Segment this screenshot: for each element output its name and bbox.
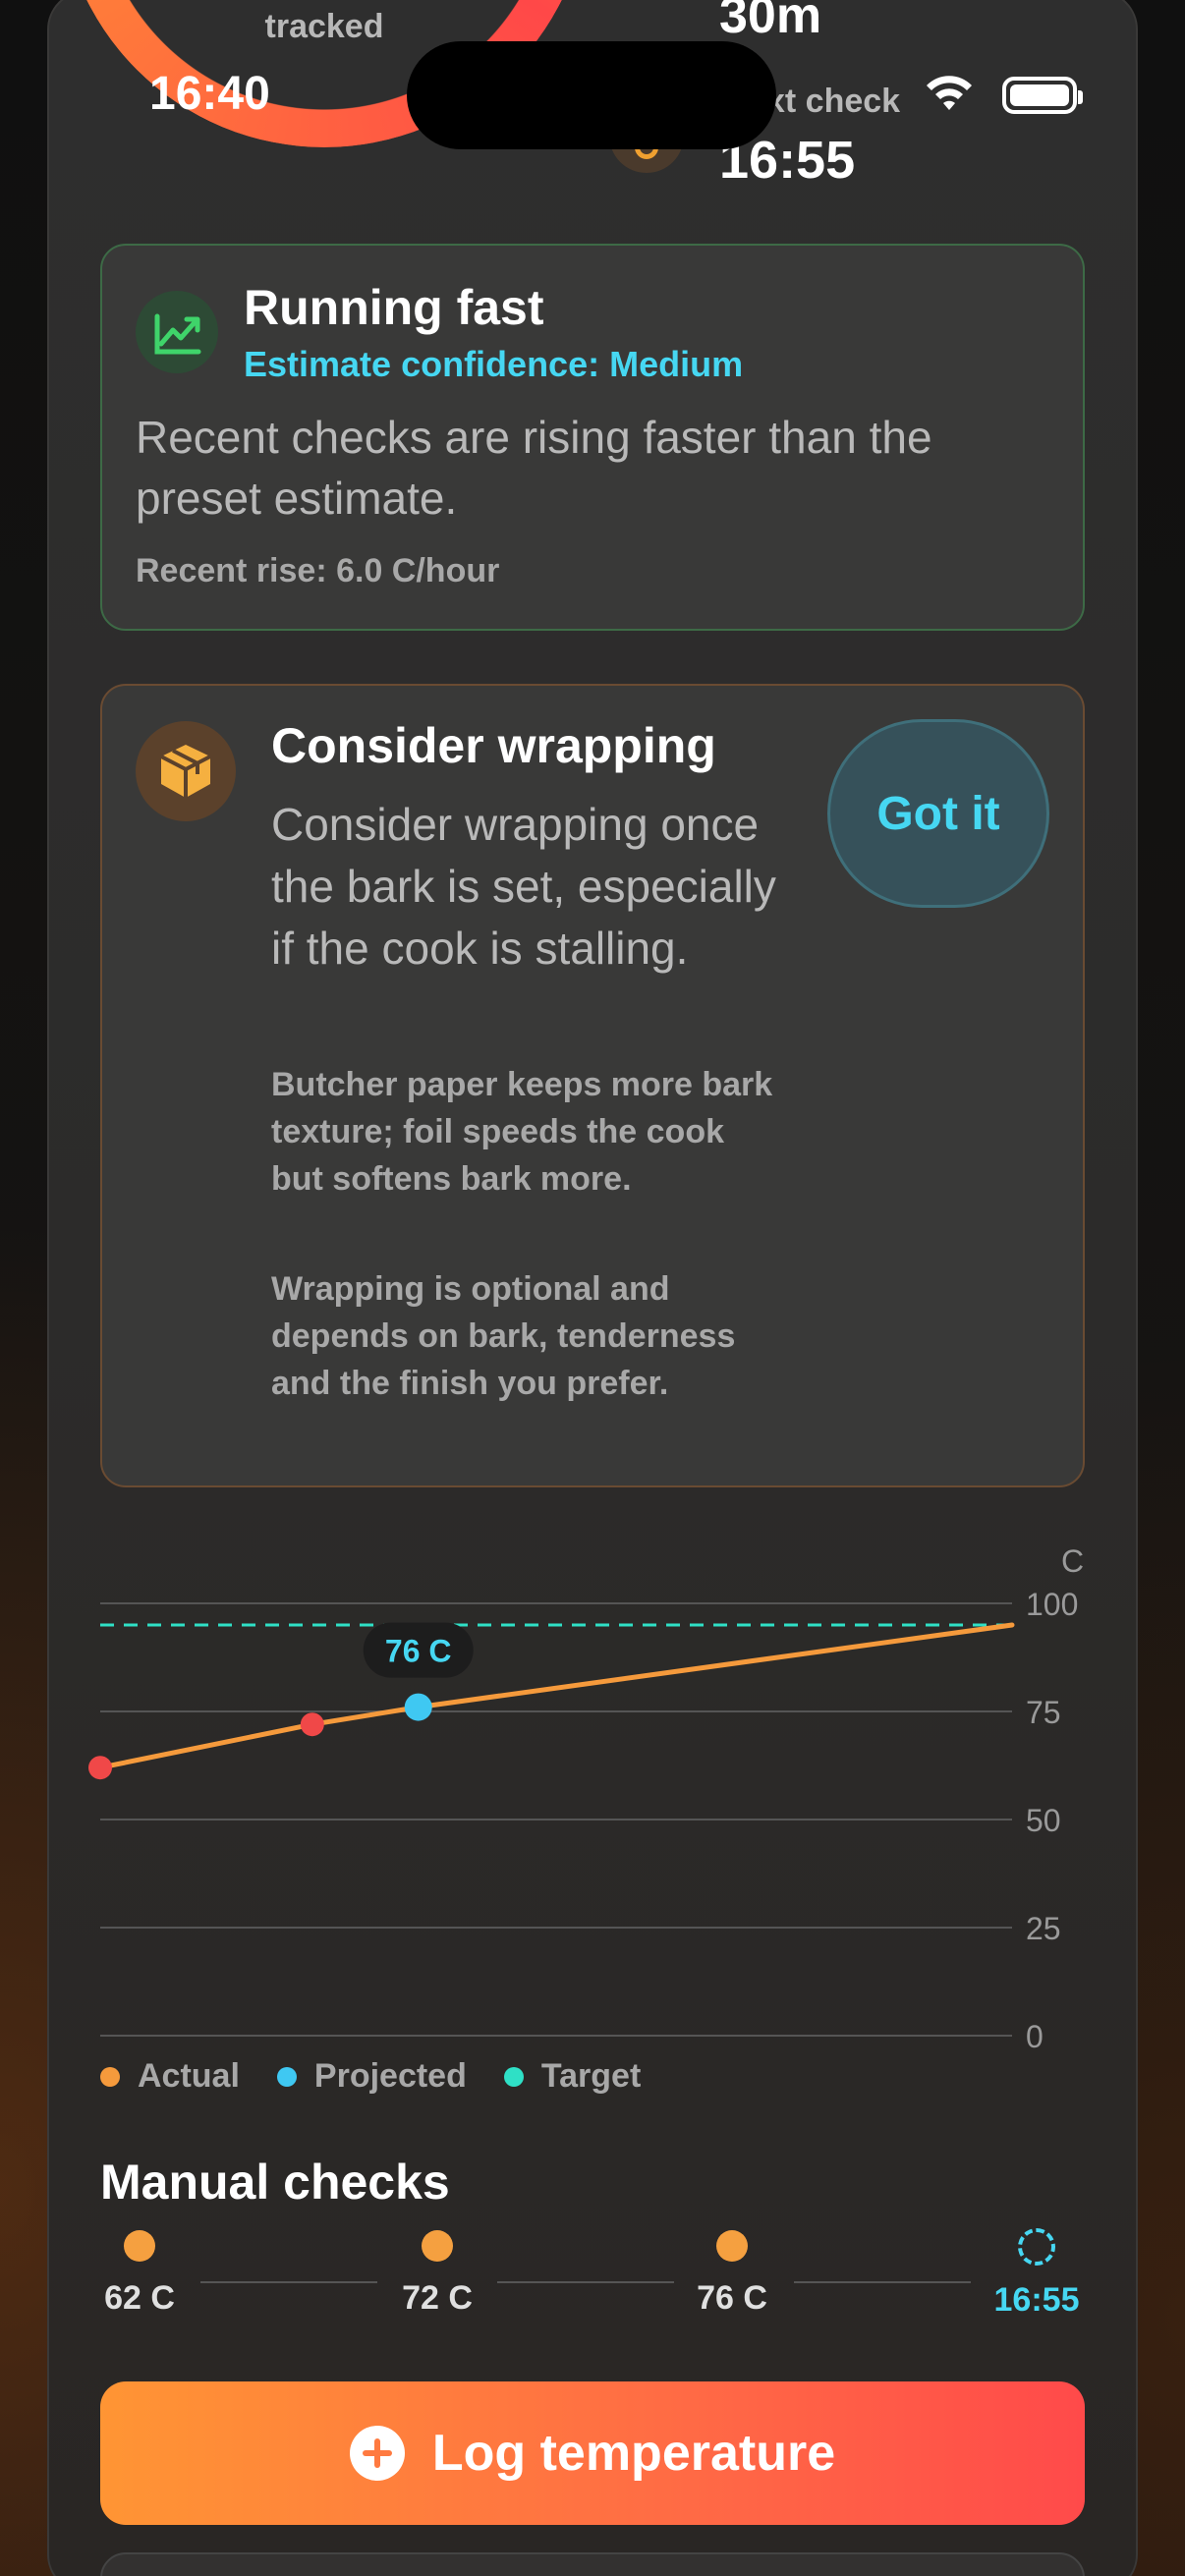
y-tick-label: 25 bbox=[1026, 1911, 1061, 1946]
advice-note: Wrapping is optional and depends on bark… bbox=[271, 1270, 736, 1402]
check-dot bbox=[422, 2230, 453, 2262]
check-item[interactable]: 76 C bbox=[663, 2230, 801, 2318]
temperature-chart: C 100 75 50 25 0 76 C bbox=[88, 1543, 1084, 2054]
actual-point bbox=[88, 1756, 112, 1780]
log-temperature-label: Log temperature bbox=[431, 2425, 836, 2482]
wifi-icon bbox=[927, 76, 972, 110]
check-value: 76 C bbox=[697, 2279, 767, 2317]
status-body: Recent checks are rising faster than the… bbox=[136, 412, 932, 524]
check-dot bbox=[716, 2230, 748, 2262]
advice-body: Consider wrapping once the bark is set, … bbox=[271, 799, 776, 974]
log-temperature-button[interactable]: Log temperature bbox=[100, 2381, 1085, 2525]
legend-label: Target bbox=[540, 2057, 642, 2095]
projected-line bbox=[416, 1622, 1015, 1710]
pending-check-icon bbox=[1018, 2228, 1055, 2266]
dynamic-island bbox=[407, 41, 776, 149]
legend-label: Projected bbox=[313, 2057, 467, 2095]
legend-item: Target bbox=[503, 2057, 642, 2096]
manual-checks-title: Manual checks bbox=[100, 2155, 450, 2210]
y-tick-label: 75 bbox=[1026, 1695, 1061, 1730]
legend-label: Actual bbox=[138, 2057, 240, 2095]
legend-dot bbox=[503, 2066, 524, 2087]
next-card bbox=[100, 2552, 1085, 2576]
legend-dot bbox=[276, 2066, 297, 2087]
tracked-label: tracked bbox=[264, 8, 384, 45]
recent-rise: Recent rise: 6.0 C/hour bbox=[136, 552, 500, 589]
actual-point bbox=[300, 1712, 324, 1737]
timeline-connector bbox=[200, 2281, 377, 2283]
check-item[interactable]: 72 C bbox=[368, 2230, 506, 2318]
y-tick-label: 0 bbox=[1026, 2019, 1044, 2054]
legend-item: Projected bbox=[276, 2057, 467, 2096]
got-it-button[interactable]: Got it bbox=[827, 719, 1049, 908]
highlight-point bbox=[404, 1693, 432, 1721]
y-tick-label: 100 bbox=[1026, 1587, 1078, 1622]
manual-checks-timeline: 62 C 72 C 76 C 16:55 bbox=[100, 2224, 1085, 2332]
trend-up-icon bbox=[136, 291, 218, 373]
y-axis-unit: C bbox=[1061, 1543, 1084, 1579]
package-icon bbox=[136, 721, 236, 821]
timeline-connector bbox=[794, 2281, 971, 2283]
status-bar-time: 16:40 bbox=[149, 68, 270, 120]
plus-circle-icon bbox=[349, 2426, 405, 2481]
highlight-label: 76 C bbox=[385, 1634, 452, 1669]
y-tick-label: 50 bbox=[1026, 1803, 1061, 1838]
check-value: 62 C bbox=[104, 2279, 175, 2317]
next-check-label: xt check bbox=[766, 83, 901, 120]
next-check-value: 16:55 bbox=[993, 2281, 1080, 2319]
check-dot bbox=[124, 2230, 155, 2262]
chart-legend: Actual Projected Target bbox=[100, 2057, 678, 2096]
advice-note: Butcher paper keeps more bark texture; f… bbox=[271, 1066, 773, 1198]
check-value: 72 C bbox=[402, 2279, 473, 2317]
legend-item: Actual bbox=[100, 2057, 240, 2096]
battery-icon bbox=[1002, 77, 1083, 114]
remaining-value: 30m bbox=[719, 0, 822, 44]
timeline-connector bbox=[497, 2281, 674, 2283]
actual-line bbox=[97, 1705, 422, 1770]
legend-dot bbox=[100, 2066, 120, 2087]
advice-title: Consider wrapping bbox=[271, 718, 716, 773]
check-item[interactable]: 62 C bbox=[71, 2230, 208, 2318]
confidence-label: Estimate confidence: Medium bbox=[244, 344, 744, 384]
status-title: Running fast bbox=[244, 280, 544, 335]
next-check-item[interactable]: 16:55 bbox=[968, 2228, 1105, 2320]
